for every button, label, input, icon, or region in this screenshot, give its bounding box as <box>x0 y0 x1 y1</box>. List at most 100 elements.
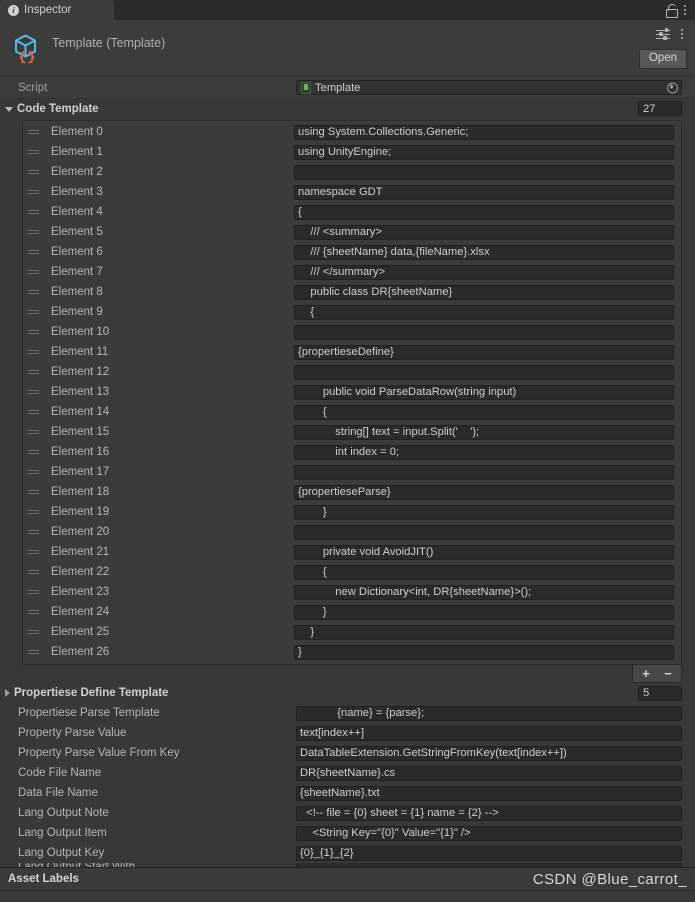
drag-handle-icon[interactable] <box>28 309 42 315</box>
list-item[interactable]: Element 9 { <box>23 302 681 322</box>
drag-handle-icon[interactable] <box>28 549 42 555</box>
code-template-foldout[interactable]: Code Template 27 <box>0 99 695 118</box>
list-item-value-field[interactable]: public void ParseDataRow(string input) <box>294 384 674 400</box>
list-item[interactable]: Element 10 <box>23 322 681 342</box>
drag-handle-icon[interactable] <box>28 169 42 175</box>
chevron-right-icon[interactable] <box>5 689 10 697</box>
list-item-value-field[interactable]: } <box>294 604 674 620</box>
list-item-value-field[interactable] <box>294 364 674 380</box>
drag-handle-icon[interactable] <box>28 489 42 495</box>
list-item[interactable]: Element 17 <box>23 462 681 482</box>
list-item-value-field[interactable]: using UnityEngine; <box>294 144 674 160</box>
drag-handle-icon[interactable] <box>28 189 42 195</box>
list-item[interactable]: Element 13 public void ParseDataRow(stri… <box>23 382 681 402</box>
list-item-value-field[interactable]: int index = 0; <box>294 444 674 460</box>
list-item-value-field[interactable]: public class DR{sheetName} <box>294 284 674 300</box>
list-item[interactable]: Element 19 } <box>23 502 681 522</box>
list-item-value-field[interactable]: { <box>294 564 674 580</box>
add-element-button[interactable]: + <box>635 666 657 681</box>
property-value-field[interactable]: <!-- file = {0} sheet = {1} name = {2} -… <box>296 805 682 821</box>
drag-handle-icon[interactable] <box>28 469 42 475</box>
list-item[interactable]: Element 20 <box>23 522 681 542</box>
list-item-value-field[interactable]: string[] text = input.Split(' '); <box>294 424 674 440</box>
list-item-value-field[interactable]: new Dictionary<int, DR{sheetName}>(); <box>294 584 674 600</box>
list-item[interactable]: Element 0 using System.Collections.Generi… <box>23 122 681 142</box>
remove-element-button[interactable]: − <box>657 666 679 681</box>
list-item[interactable]: Element 23 new Dictionary<int, DR{sheetN… <box>23 582 681 602</box>
list-item-value-field[interactable]: { <box>294 404 674 420</box>
drag-handle-icon[interactable] <box>28 649 42 655</box>
list-item[interactable]: Element 5 /// <summary> <box>23 222 681 242</box>
list-item-value-field[interactable] <box>294 164 674 180</box>
list-item[interactable]: Element 3 namespace GDT <box>23 182 681 202</box>
list-item-value-field[interactable] <box>294 324 674 340</box>
kebab-menu-icon[interactable] <box>677 29 687 39</box>
drag-handle-icon[interactable] <box>28 369 42 375</box>
property-value-field[interactable]: DR{sheetName}.cs <box>296 765 682 781</box>
list-item-value-field[interactable]: /// <summary> <box>294 224 674 240</box>
drag-handle-icon[interactable] <box>28 569 42 575</box>
list-item[interactable]: Element 18 {propertieseParse} <box>23 482 681 502</box>
property-value-field[interactable]: {sheetName}.txt <box>296 785 682 801</box>
script-object-field[interactable]: Template <box>296 80 682 95</box>
property-value-field[interactable]: text[index++] <box>296 725 682 741</box>
list-item-value-field[interactable]: {propertieseParse} <box>294 484 674 500</box>
object-picker-icon[interactable] <box>667 82 678 93</box>
drag-handle-icon[interactable] <box>28 529 42 535</box>
drag-handle-icon[interactable] <box>28 389 42 395</box>
list-item[interactable]: Element 21 private void AvoidJIT() <box>23 542 681 562</box>
drag-handle-icon[interactable] <box>28 449 42 455</box>
list-item[interactable]: Element 16 int index = 0; <box>23 442 681 462</box>
drag-handle-icon[interactable] <box>28 209 42 215</box>
drag-handle-icon[interactable] <box>28 589 42 595</box>
drag-handle-icon[interactable] <box>28 229 42 235</box>
kebab-menu-icon[interactable] <box>680 5 690 15</box>
list-item[interactable]: Element 4 { <box>23 202 681 222</box>
property-value-field[interactable]: {name} = {parse}; <box>296 705 682 721</box>
list-item-value-field[interactable] <box>294 464 674 480</box>
drag-handle-icon[interactable] <box>28 409 42 415</box>
list-item-value-field[interactable]: private void AvoidJIT() <box>294 544 674 560</box>
drag-handle-icon[interactable] <box>28 629 42 635</box>
list-item-value-field[interactable]: { <box>294 304 674 320</box>
list-item[interactable]: Element 14 { <box>23 402 681 422</box>
list-item-value-field[interactable]: /// {sheetName} data,{fileName}.xlsx <box>294 244 674 260</box>
lock-icon[interactable] <box>665 3 678 18</box>
list-item[interactable]: Element 24 } <box>23 602 681 622</box>
drag-handle-icon[interactable] <box>28 509 42 515</box>
list-item[interactable]: Element 1 using UnityEngine; <box>23 142 681 162</box>
chevron-down-icon[interactable] <box>5 106 13 112</box>
list-item-value-field[interactable]: } <box>294 644 674 660</box>
tab-inspector[interactable]: i Inspector <box>0 0 114 20</box>
asset-labels-area[interactable] <box>0 891 695 902</box>
propertiese-define-foldout[interactable]: Propertiese Define Template 5 <box>0 683 695 703</box>
drag-handle-icon[interactable] <box>28 129 42 135</box>
preset-settings-icon[interactable] <box>656 28 670 40</box>
list-item[interactable]: Element 15 string[] text = input.Split('… <box>23 422 681 442</box>
drag-handle-icon[interactable] <box>28 429 42 435</box>
list-item-value-field[interactable]: {propertieseDefine} <box>294 344 674 360</box>
list-item-value-field[interactable] <box>294 524 674 540</box>
list-item[interactable]: Element 11 {propertieseDefine} <box>23 342 681 362</box>
code-template-size-field[interactable]: 27 <box>638 101 682 116</box>
list-item-value-field[interactable]: using System.Collections.Generic; <box>294 124 674 140</box>
drag-handle-icon[interactable] <box>28 609 42 615</box>
list-item-value-field[interactable]: { <box>294 204 674 220</box>
drag-handle-icon[interactable] <box>28 349 42 355</box>
drag-handle-icon[interactable] <box>28 249 42 255</box>
list-item[interactable]: Element 25 } <box>23 622 681 642</box>
list-item-value-field[interactable]: namespace GDT <box>294 184 674 200</box>
list-item[interactable]: Element 7 /// </summary> <box>23 262 681 282</box>
drag-handle-icon[interactable] <box>28 289 42 295</box>
open-button[interactable]: Open <box>638 49 687 69</box>
property-value-field[interactable]: <String Key="{0}" Value="{1}" /> <box>296 825 682 841</box>
property-value-field[interactable]: DataTableExtension.GetStringFromKey(text… <box>296 745 682 761</box>
list-item-value-field[interactable]: } <box>294 624 674 640</box>
propertiese-define-size-field[interactable]: 5 <box>638 685 682 701</box>
list-item[interactable]: Element 8 public class DR{sheetName} <box>23 282 681 302</box>
list-item-value-field[interactable]: } <box>294 504 674 520</box>
list-item[interactable]: Element 26} <box>23 642 681 662</box>
list-item[interactable]: Element 22 { <box>23 562 681 582</box>
list-item[interactable]: Element 6 /// {sheetName} data,{fileName… <box>23 242 681 262</box>
drag-handle-icon[interactable] <box>28 149 42 155</box>
